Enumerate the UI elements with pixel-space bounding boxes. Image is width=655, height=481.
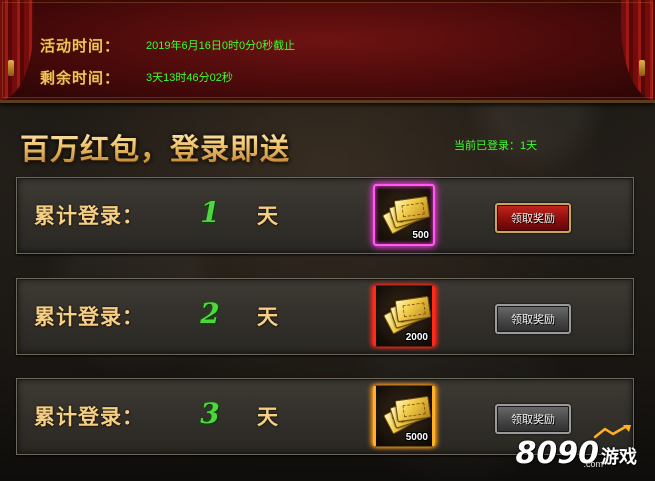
right-curtain-decoration [621, 0, 655, 100]
login-days-number: 2 [200, 297, 220, 330]
watermark-text: 游戏 [601, 447, 637, 468]
logo-arrow-icon [593, 424, 631, 439]
activity-time-label: 活动时间： [40, 36, 121, 55]
reward-row-day-2: 累计登录： 2 天 2000 领取奖励 [16, 278, 634, 355]
event-panel: 活动时间： 2019年6月16日0时0分0秒截止 剩余时间： 3天13时46分0… [0, 0, 655, 481]
red-packet-reward-icon[interactable]: 2000 [373, 285, 435, 347]
activity-time-value: 2019年6月16日0时0分0秒截止 [146, 40, 296, 52]
reward-row-day-1: 累计登录： 1 天 500 领取奖励 [16, 177, 634, 254]
red-packet-reward-icon[interactable]: 5000 [373, 385, 435, 447]
login-days-number: 3 [200, 397, 220, 430]
ticket-stack-icon [382, 395, 432, 435]
reward-amount: 5000 [405, 432, 428, 443]
claim-reward-button[interactable]: 领取奖励 [495, 404, 571, 434]
login-days-number: 1 [200, 196, 220, 229]
activity-time-row: 活动时间： 2019年6月16日0时0分0秒截止 [40, 34, 295, 56]
cumulative-login-label: 累计登录： [34, 404, 144, 429]
event-banner: 活动时间： 2019年6月16日0时0分0秒截止 剩余时间： 3天13时46分0… [0, 0, 655, 103]
day-unit-label: 天 [257, 304, 278, 329]
cumulative-login-label: 累计登录： [34, 304, 144, 329]
remaining-time-label: 剩余时间： [40, 68, 121, 87]
watermark-domain: .com [583, 459, 603, 469]
reward-amount: 2000 [405, 332, 428, 343]
logged-in-status: 当前已登录：1天 [454, 140, 538, 152]
ticket-stack-icon [382, 295, 432, 335]
tassel-icon [8, 60, 14, 76]
cumulative-login-label: 累计登录： [34, 203, 144, 228]
left-curtain-decoration [0, 0, 34, 100]
reward-amount: 500 [412, 230, 429, 241]
claim-reward-button[interactable]: 领取奖励 [495, 203, 571, 233]
event-title: 百万红包，登录即送 [20, 126, 290, 168]
remaining-time-value: 3天13时46分02秒 [146, 72, 233, 84]
site-watermark-logo: 8090 游戏 .com [516, 424, 637, 469]
day-unit-label: 天 [257, 203, 278, 228]
claim-reward-button[interactable]: 领取奖励 [495, 304, 571, 334]
tassel-icon [639, 60, 645, 76]
remaining-time-row: 剩余时间： 3天13时46分02秒 [40, 66, 233, 88]
red-packet-reward-icon[interactable]: 500 [373, 184, 435, 246]
day-unit-label: 天 [257, 404, 278, 429]
ticket-stack-icon [381, 195, 431, 235]
